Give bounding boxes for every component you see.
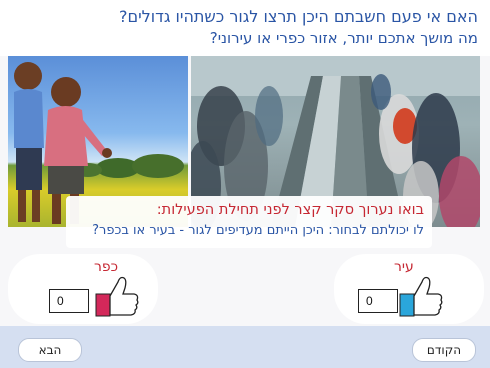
survey-question: לו יכולתם לבחור: היכן הייתם מעדיפים לגור… bbox=[92, 223, 424, 238]
question-line-2: מה מושך אתכם יותר, אזור כפרי או עירוני? bbox=[209, 29, 478, 47]
footer-nav: הבא הקודם bbox=[0, 326, 490, 368]
next-button[interactable]: הבא bbox=[18, 338, 82, 362]
thumbs-up-village-icon[interactable] bbox=[94, 274, 140, 318]
village-label: כפר bbox=[94, 259, 119, 275]
survey-banner: בואו נערוך סקר קצר לפני תחילת הפעילות: ל… bbox=[66, 196, 432, 248]
previous-button[interactable]: הקודם bbox=[412, 338, 476, 362]
question-line-1: האם אי פעם חשבתם היכן תרצו לגור כשתהיו ג… bbox=[118, 7, 478, 26]
thumbs-up-city-icon[interactable] bbox=[398, 274, 444, 318]
survey-title: בואו נערוך סקר קצר לפני תחילת הפעילות: bbox=[156, 202, 424, 218]
vote-card-city: עיר 0 bbox=[334, 254, 484, 324]
question-header: האם אי פעם חשבתם היכן תרצו לגור כשתהיו ג… bbox=[0, 0, 490, 56]
activity-frame: האם אי פעם חשבתם היכן תרצו לגור כשתהיו ג… bbox=[0, 0, 490, 368]
city-label: עיר bbox=[394, 259, 414, 275]
village-count: 0 bbox=[49, 289, 89, 313]
city-count: 0 bbox=[358, 289, 398, 313]
vote-card-village: כפר 0 bbox=[8, 254, 158, 324]
